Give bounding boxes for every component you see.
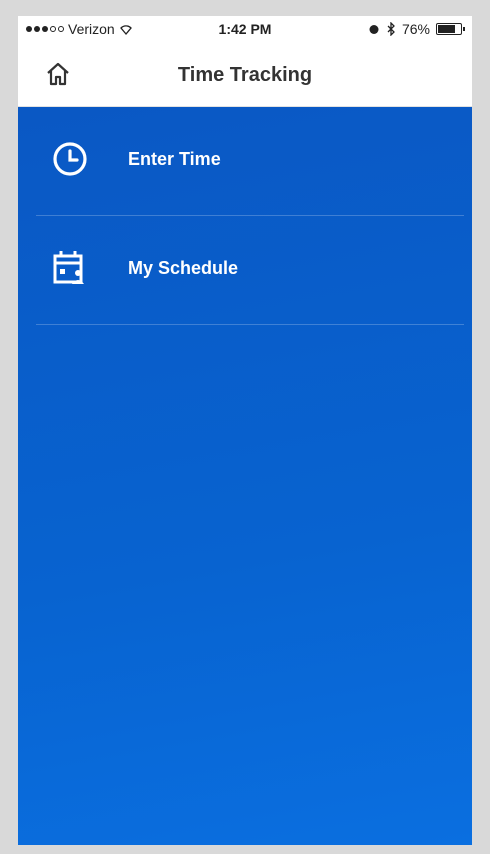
alarm-icon	[369, 25, 379, 34]
clock-icon	[53, 142, 87, 176]
battery-level	[438, 25, 455, 33]
menu-list: Enter Time My Schedule	[18, 107, 472, 845]
calendar-person-icon	[53, 251, 84, 284]
menu-item-enter-time[interactable]: Enter Time	[36, 107, 464, 216]
menu-item-label: My Schedule	[128, 258, 239, 278]
battery-percent: 76%	[401, 21, 430, 37]
status-bar: Verizon 1:42 PM 76%	[18, 16, 472, 42]
menu-item-label: Enter Time	[128, 149, 221, 169]
battery-icon	[436, 23, 465, 35]
bluetooth-icon	[387, 22, 395, 36]
navigation-bar: Time Tracking	[18, 42, 472, 107]
phone-screen: Verizon 1:42 PM 76% Time Tracking Enter …	[18, 16, 472, 845]
menu-item-my-schedule[interactable]: My Schedule	[36, 216, 464, 325]
page-title: Time Tracking	[177, 64, 313, 86]
status-right: 76%	[368, 21, 465, 37]
